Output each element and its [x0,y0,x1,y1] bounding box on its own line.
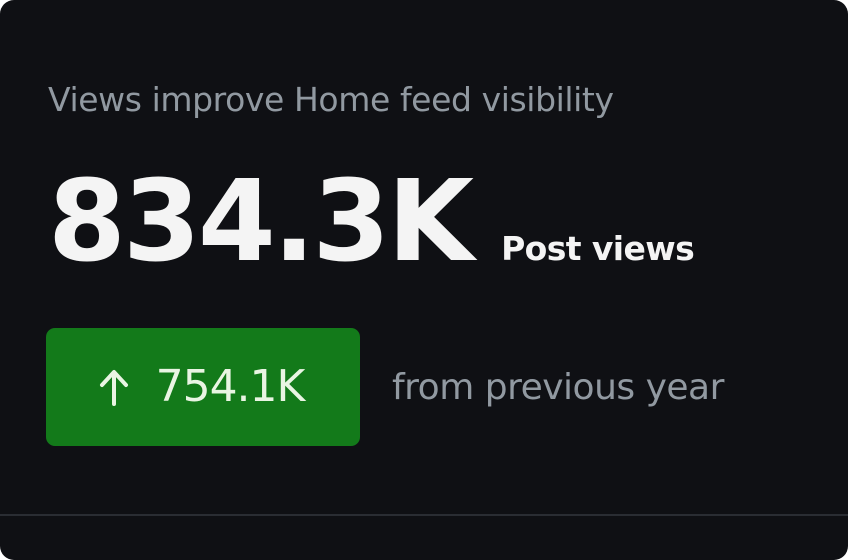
post-views-card: Views improve Home feed visibility 834.3… [0,0,848,560]
card-subtitle: Views improve Home feed visibility [48,80,614,119]
metric-value: 834.3K [48,157,474,287]
delta-row: 754.1K from previous year [46,328,724,446]
arrow-up-icon [96,367,132,407]
divider [0,514,848,516]
delta-badge: 754.1K [46,328,360,446]
delta-caption: from previous year [392,366,724,408]
metric-row: 834.3K Post views [48,157,695,296]
delta-value: 754.1K [155,361,306,412]
metric-label: Post views [501,229,695,268]
